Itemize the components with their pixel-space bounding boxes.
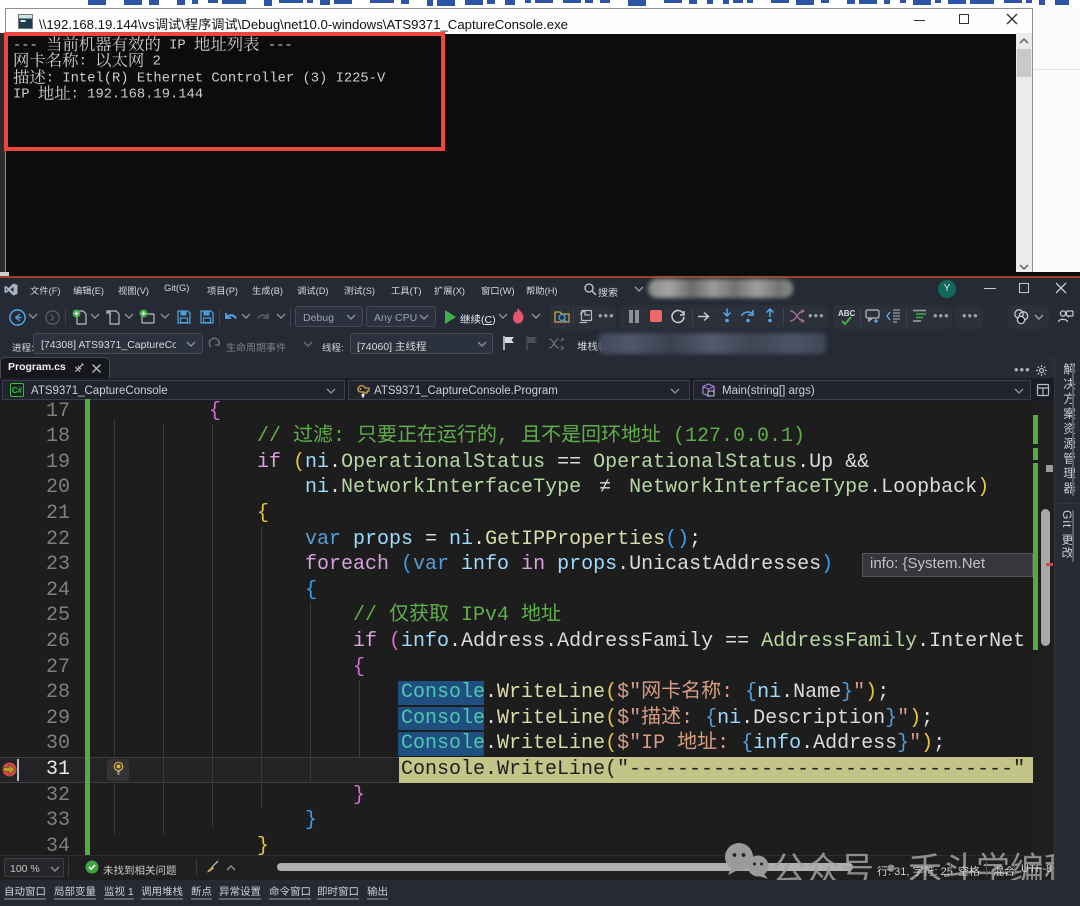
svg-text:ABC: ABC	[838, 309, 855, 318]
